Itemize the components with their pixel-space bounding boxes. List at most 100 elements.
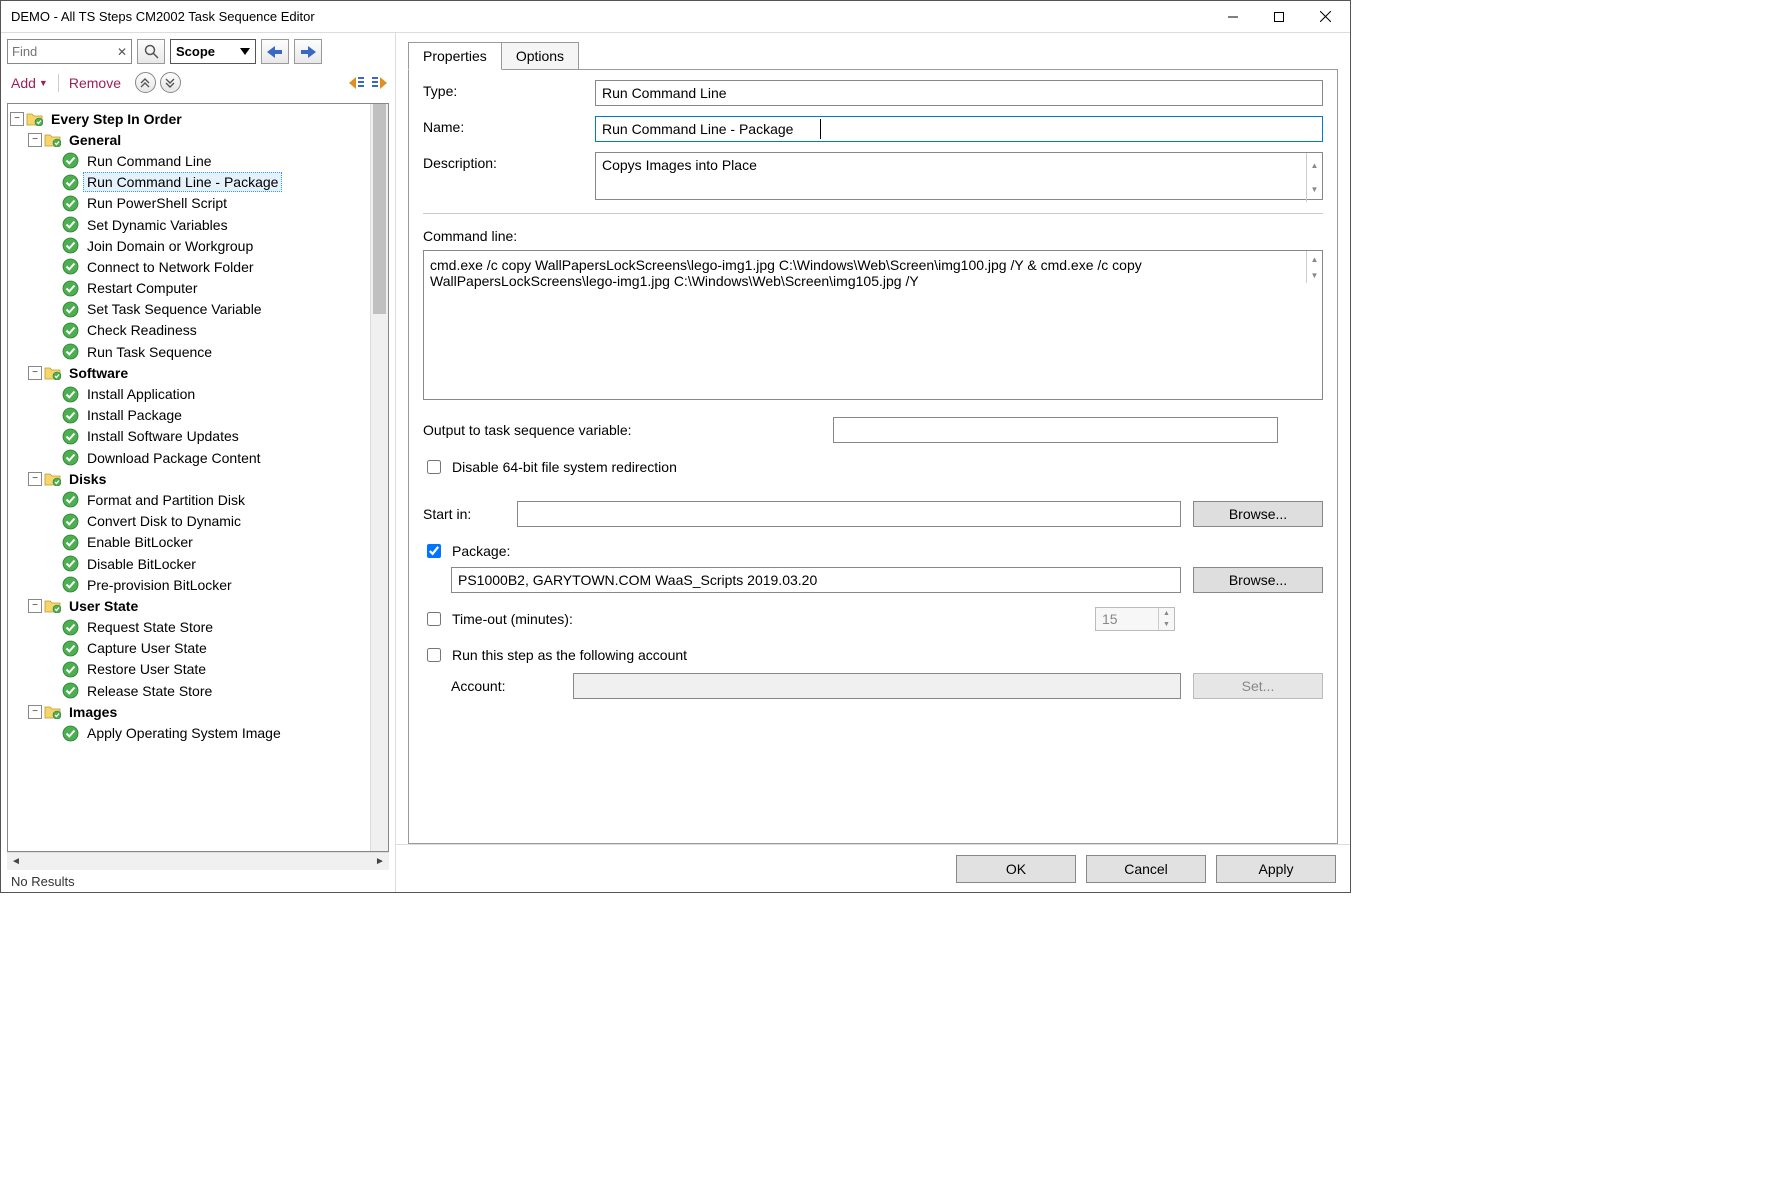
scroll-left-icon[interactable]: ◄ xyxy=(7,853,25,871)
disable64-label: Disable 64-bit file system redirection xyxy=(452,459,677,475)
close-button[interactable] xyxy=(1302,2,1348,32)
tree-step[interactable]: Release State Store xyxy=(10,680,368,701)
tree-step[interactable]: Install Software Updates xyxy=(10,426,368,447)
search-button[interactable] xyxy=(137,39,165,64)
package-label: Package: xyxy=(452,543,510,559)
package-input[interactable] xyxy=(451,567,1181,593)
tree-toggle-icon[interactable]: − xyxy=(28,599,42,613)
tree-step[interactable]: Request State Store xyxy=(10,617,368,638)
tree-label: Release State Store xyxy=(83,681,216,701)
nav-next-button[interactable] xyxy=(294,39,322,64)
tree-label: Download Package Content xyxy=(83,448,265,468)
find-clear-icon[interactable]: ✕ xyxy=(117,45,127,59)
tree-label: Run Command Line xyxy=(83,151,216,171)
tree-step[interactable]: Pre-provision BitLocker xyxy=(10,574,368,595)
check-icon xyxy=(62,195,79,212)
startin-browse-button[interactable]: Browse... xyxy=(1193,501,1323,527)
cancel-button[interactable]: Cancel xyxy=(1086,855,1206,883)
tree-label: Install Software Updates xyxy=(83,426,243,446)
collapse-all-button[interactable] xyxy=(135,72,156,93)
startin-label: Start in: xyxy=(423,506,505,522)
tree-group[interactable]: −General xyxy=(10,129,368,150)
tree-step[interactable]: Install Application xyxy=(10,383,368,404)
tree-step[interactable]: Run Command Line - Package xyxy=(10,172,368,193)
tree-step[interactable]: Restore User State xyxy=(10,659,368,680)
horizontal-scrollbar[interactable]: ◄ ► xyxy=(7,852,389,870)
commandline-spin[interactable]: ▲▼ xyxy=(1306,251,1322,283)
dropdown-caret-icon: ▼ xyxy=(39,78,48,88)
tree-step[interactable]: Download Package Content xyxy=(10,447,368,468)
startin-input[interactable] xyxy=(517,501,1181,527)
check-icon xyxy=(62,513,79,530)
tree-step[interactable]: Enable BitLocker xyxy=(10,532,368,553)
check-icon xyxy=(62,322,79,339)
output-variable-input[interactable] xyxy=(833,417,1278,443)
vertical-scrollbar[interactable] xyxy=(370,104,388,851)
tree-group[interactable]: − Every Step In Order xyxy=(10,108,368,129)
timeout-checkbox[interactable] xyxy=(427,612,441,626)
tree-util-2-button[interactable] xyxy=(369,73,389,93)
tree-group[interactable]: − Disks xyxy=(10,468,368,489)
commandline-input[interactable]: cmd.exe /c copy WallPapersLockScreens\le… xyxy=(423,250,1323,400)
scrollbar-thumb[interactable] xyxy=(373,104,386,314)
tree[interactable]: −Every Step In Order−GeneralRun Command … xyxy=(8,104,370,851)
tree-label: Set Dynamic Variables xyxy=(83,215,232,235)
tree-step[interactable]: Run Task Sequence xyxy=(10,341,368,362)
folder-icon xyxy=(26,110,43,127)
description-label: Description: xyxy=(423,152,595,171)
tree-step[interactable]: Set Dynamic Variables xyxy=(10,214,368,235)
name-input[interactable] xyxy=(595,116,1323,142)
maximize-button[interactable] xyxy=(1256,2,1302,32)
tree-step[interactable]: Run PowerShell Script xyxy=(10,193,368,214)
tree-label: Run Command Line - Package xyxy=(83,172,282,192)
add-button[interactable]: Add ▼ xyxy=(7,73,52,93)
tree-toggle-icon[interactable]: − xyxy=(28,366,42,380)
ok-button[interactable]: OK xyxy=(956,855,1076,883)
tabs-region: Properties Options Type: Run Command Lin… xyxy=(396,33,1350,844)
apply-button[interactable]: Apply xyxy=(1216,855,1336,883)
tree-step[interactable]: Restart Computer xyxy=(10,278,368,299)
disable64-checkbox[interactable] xyxy=(427,460,441,474)
description-spin[interactable]: ▲▼ xyxy=(1306,153,1322,202)
tab-properties[interactable]: Properties xyxy=(408,42,502,70)
tree-step[interactable]: Check Readiness xyxy=(10,320,368,341)
scope-select[interactable]: Scope xyxy=(170,39,256,64)
timeout-spinner[interactable]: 15 ▲▼ xyxy=(1095,607,1175,631)
find-input[interactable] xyxy=(8,42,131,61)
tree-label: Every Step In Order xyxy=(47,109,186,129)
spin-up-icon[interactable]: ▲ xyxy=(1159,608,1174,619)
scroll-right-icon[interactable]: ► xyxy=(371,853,389,871)
check-icon xyxy=(62,576,79,593)
tree-group[interactable]: −Software xyxy=(10,362,368,383)
minimize-button[interactable] xyxy=(1210,2,1256,32)
tree-toggle-icon[interactable]: − xyxy=(28,133,42,147)
tree-step[interactable]: Connect to Network Folder xyxy=(10,256,368,277)
package-checkbox[interactable] xyxy=(427,544,441,558)
tree-step[interactable]: Format and Partition Disk xyxy=(10,489,368,510)
tree-group[interactable]: −Images xyxy=(10,701,368,722)
remove-button[interactable]: Remove xyxy=(65,73,125,93)
tree-toggle-icon[interactable]: − xyxy=(28,705,42,719)
tree-toggle-icon[interactable]: − xyxy=(10,112,24,126)
expand-all-button[interactable] xyxy=(160,72,181,93)
nav-prev-button[interactable] xyxy=(261,39,289,64)
description-input[interactable]: Copys Images into Place xyxy=(595,152,1323,200)
tree-toggle-icon[interactable]: − xyxy=(28,472,42,486)
status-bar: No Results xyxy=(7,870,389,892)
spin-down-icon[interactable]: ▼ xyxy=(1159,619,1174,630)
package-browse-button[interactable]: Browse... xyxy=(1193,567,1323,593)
tree-group[interactable]: −User State xyxy=(10,595,368,616)
tree-label: Disks xyxy=(65,469,110,489)
tree-step[interactable]: Convert Disk to Dynamic xyxy=(10,511,368,532)
tree-step[interactable]: Install Package xyxy=(10,405,368,426)
tree-step[interactable]: Disable BitLocker xyxy=(10,553,368,574)
tree-util-1-button[interactable] xyxy=(347,73,367,93)
tree-step[interactable]: Run Command Line xyxy=(10,150,368,171)
tree-step[interactable]: Join Domain or Workgroup xyxy=(10,235,368,256)
tree-step[interactable]: Capture User State xyxy=(10,638,368,659)
window: DEMO - All TS Steps CM2002 Task Sequence… xyxy=(0,0,1351,893)
tree-step[interactable]: Set Task Sequence Variable xyxy=(10,299,368,320)
tab-options[interactable]: Options xyxy=(501,42,579,69)
tree-step[interactable]: Apply Operating System Image xyxy=(10,722,368,743)
runas-checkbox[interactable] xyxy=(427,648,441,662)
